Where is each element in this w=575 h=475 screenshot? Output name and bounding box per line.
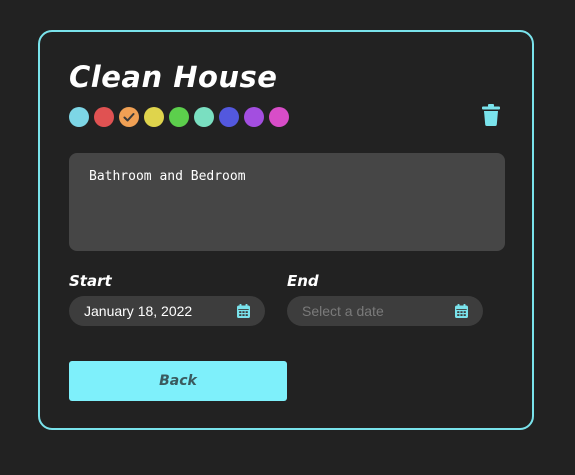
checkmark-icon (123, 113, 135, 122)
start-label: Start (69, 272, 112, 290)
color-swatch[interactable] (244, 107, 264, 127)
back-button[interactable]: Back (69, 361, 287, 401)
color-swatch[interactable] (94, 107, 114, 127)
calendar-icon[interactable] (237, 304, 250, 318)
color-swatch[interactable] (194, 107, 214, 127)
end-date-input[interactable]: Select a date (287, 296, 483, 326)
color-swatch-picker (69, 107, 289, 127)
task-notes-text: Bathroom and Bedroom (89, 169, 246, 184)
end-date-placeholder: Select a date (302, 303, 384, 319)
color-swatch[interactable] (144, 107, 164, 127)
color-swatch[interactable] (69, 107, 89, 127)
task-title: Clean House (69, 60, 278, 94)
color-swatch[interactable] (269, 107, 289, 127)
calendar-icon[interactable] (455, 304, 468, 318)
task-notes-field[interactable]: Bathroom and Bedroom (69, 153, 505, 251)
color-swatch-selected[interactable] (119, 107, 139, 127)
color-swatch[interactable] (169, 107, 189, 127)
trash-icon[interactable] (482, 104, 500, 126)
start-date-input[interactable]: January 18, 2022 (69, 296, 265, 326)
start-date-value: January 18, 2022 (84, 303, 193, 319)
end-label: End (287, 272, 319, 290)
color-swatch[interactable] (219, 107, 239, 127)
